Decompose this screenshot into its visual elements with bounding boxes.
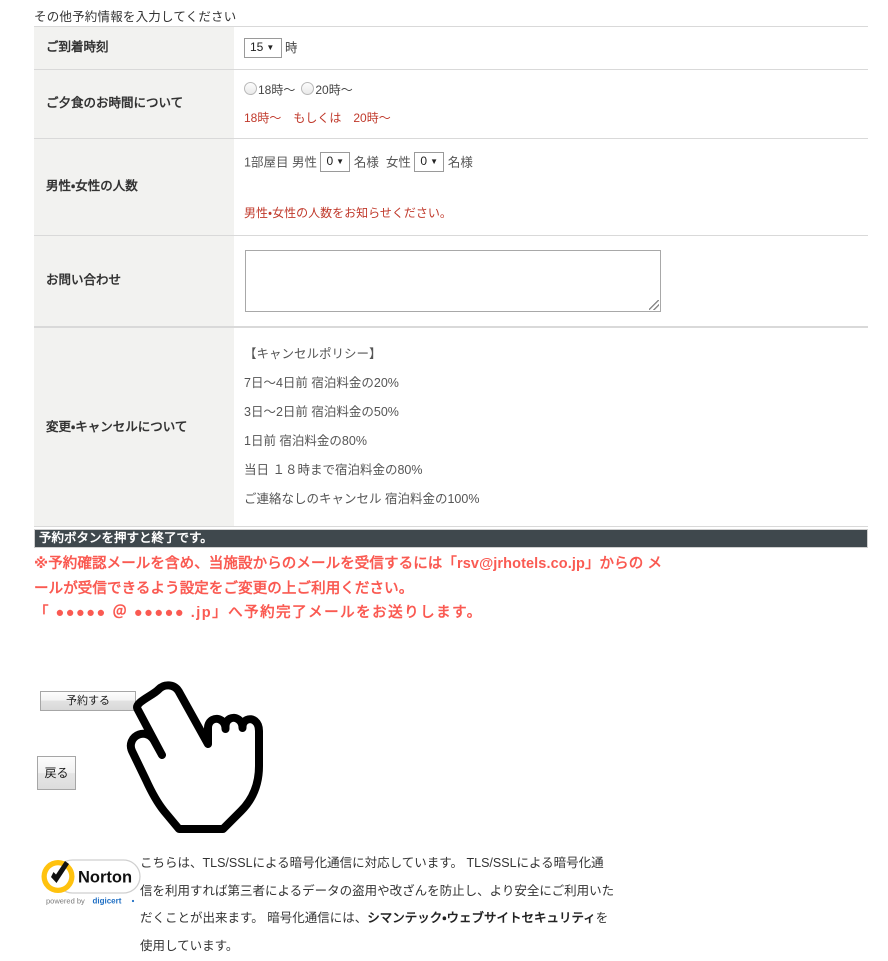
reservation-info-table: ご到着時刻 15 ▼ 時 ご夕食のお時間について 18時〜 20時〜 18時〜 もしく… <box>34 26 868 327</box>
ssl-line-4: 使用しています。 <box>140 938 239 953</box>
ssl-line-1: こちらは、TLS/SSLによる暗号化通信に対応しています。 TLS/SSLによる… <box>140 856 604 870</box>
arrival-hour-select-value: 15 <box>250 39 264 54</box>
ssl-description: こちらは、TLS/SSLによる暗号化通信に対応しています。 TLS/SSLによる… <box>140 850 720 960</box>
female-count-select[interactable]: 0 ▼ <box>414 151 445 172</box>
male-count-suffix: 名様 <box>353 155 379 170</box>
room-index-label: 1部屋目 <box>244 155 289 170</box>
row-value-cancellation-policy: 【キャンセルポリシー】 7日〜4日前 宿泊料金の20% 3日〜2日前 宿泊料金の… <box>234 327 868 527</box>
row-value-guest-count: 1部屋目 男性 0 ▼ 名様 女性 0 ▼ 名様 男性・女性の人数をお知らせください… <box>234 137 868 236</box>
row-label-inquiry: お問い合わせ <box>34 234 234 327</box>
female-count-select-value: 0 <box>420 153 428 168</box>
cancellation-policy-table: 変更・キャンセルについて 【キャンセルポリシー】 7日〜4日前 宿泊料金の20%… <box>34 327 868 527</box>
male-label: 男性 <box>291 155 317 170</box>
male-count-select[interactable]: 0 ▼ <box>320 151 351 172</box>
arrival-hour-suffix: 時 <box>285 41 298 56</box>
row-label-guest-count: 男性・女性の人数 <box>34 137 234 236</box>
row-label-dinner-time: ご夕食のお時間について <box>34 68 234 139</box>
male-count-select-value: 0 <box>326 153 334 168</box>
ssl-line-3: だくことが出来ます。 暗号化通信には、シマンテック・ウェブサイトセキュリティを <box>140 905 720 933</box>
table-row-arrival-time: ご到着時刻 15 ▼ 時 <box>34 26 868 70</box>
female-label: 女性 <box>385 155 411 170</box>
chevron-down-icon: ▼ <box>266 42 275 52</box>
table-row-cancellation-policy: 変更・キャンセルについて 【キャンセルポリシー】 7日〜4日前 宿泊料金の20%… <box>34 327 868 527</box>
row-value-arrival-time: 15 ▼ 時 <box>234 26 868 70</box>
radio-dinner-20[interactable] <box>301 81 315 95</box>
back-button[interactable]: 戻る <box>37 756 76 790</box>
policy-line: 3日〜2日前 宿泊料金の50% <box>244 405 399 419</box>
email-notice-line-2: ールが受信できるよう設定をご変更の上ご利用ください。 <box>34 580 414 597</box>
policy-line: 【キャンセルポリシー】 <box>244 347 382 361</box>
norton-secured-badge-icon: Norton powered by digicert <box>36 856 142 908</box>
radio-dinner-18-label[interactable]: 18時〜 <box>258 83 295 97</box>
pointing-hand-cursor-icon <box>124 681 284 841</box>
radio-dinner-18[interactable] <box>244 81 257 95</box>
svg-text:powered by: powered by <box>46 897 85 906</box>
email-notice: ※予約確認メールを含め、当施設からのメールを受信するには「rsv@jrhotel… <box>34 552 864 626</box>
policy-line: ご連絡なしのキャンセル 宿泊料金の100% <box>244 492 480 506</box>
email-notice-line-3: 「 ●●●●● ＠ ●●●●● .jp」へ予約完了メールをお送りします。 <box>34 605 483 621</box>
table-row-dinner-time: ご夕食のお時間について 18時〜 20時〜 18時〜 もしくは 20時〜 <box>34 68 868 139</box>
svg-text:Norton: Norton <box>78 869 132 887</box>
guest-count-note: 男性・女性の人数をお知らせください。 <box>244 205 452 220</box>
chevron-down-icon: ▼ <box>430 156 438 166</box>
svg-text:digicert: digicert <box>93 897 122 906</box>
table-row-inquiry: お問い合わせ <box>34 234 868 327</box>
table-row-guest-count: 男性・女性の人数 1部屋目 男性 0 ▼ 名様 女性 0 ▼ 名様 男性・女性の人数… <box>34 137 868 236</box>
dinner-radio-group: 18時〜 20時〜 <box>244 81 858 98</box>
reserve-button[interactable]: 予約する <box>40 691 136 711</box>
policy-line: 1日前 宿泊料金の80% <box>244 434 367 448</box>
radio-dinner-20-label[interactable]: 20時〜 <box>315 83 352 97</box>
inquiry-textarea[interactable] <box>245 249 661 312</box>
resize-grip-icon[interactable] <box>649 299 659 310</box>
row-label-cancellation-policy: 変更・キャンセルについて <box>34 327 234 527</box>
ssl-line-2: 信を利用すれば第三者によるデータの盗用や改ざんを防止し、より安全にご利用いた <box>140 883 615 898</box>
ssl-line-3-a: だくことが出来ます。 暗号化通信には、 <box>140 911 368 925</box>
female-count-suffix: 名様 <box>447 155 473 170</box>
email-notice-line-1: ※予約確認メールを含め、当施設からのメールを受信するには「rsv@jrhotel… <box>34 556 663 572</box>
ssl-vendor-name: シマンテック・ウェブサイトセキュリティ <box>367 911 596 925</box>
page-title: その他予約情報を入力してください <box>34 10 237 24</box>
chevron-down-icon: ▼ <box>336 156 345 166</box>
policy-line: 7日〜4日前 宿泊料金の20% <box>244 376 399 390</box>
guest-count-controls: 1部屋目 男性 0 ▼ 名様 女性 0 ▼ 名様 <box>244 151 858 173</box>
ssl-line-3-c: を <box>595 911 609 925</box>
policy-line: 当日 １８時まで宿泊料金の80% <box>244 463 423 477</box>
row-value-dinner-time: 18時〜 20時〜 18時〜 もしくは 20時〜 <box>234 68 868 139</box>
arrival-hour-select[interactable]: 15 ▼ <box>244 37 282 58</box>
dinner-time-note: 18時〜 もしくは 20時〜 <box>244 110 391 125</box>
row-value-inquiry <box>234 234 868 327</box>
submit-notice-bar: 予約ボタンを押すと終了です。 <box>34 529 868 548</box>
reservation-page: その他予約情報を入力してください ご到着時刻 15 ▼ 時 ご夕食のお時間について … <box>0 0 888 961</box>
row-label-arrival-time: ご到着時刻 <box>34 26 234 70</box>
